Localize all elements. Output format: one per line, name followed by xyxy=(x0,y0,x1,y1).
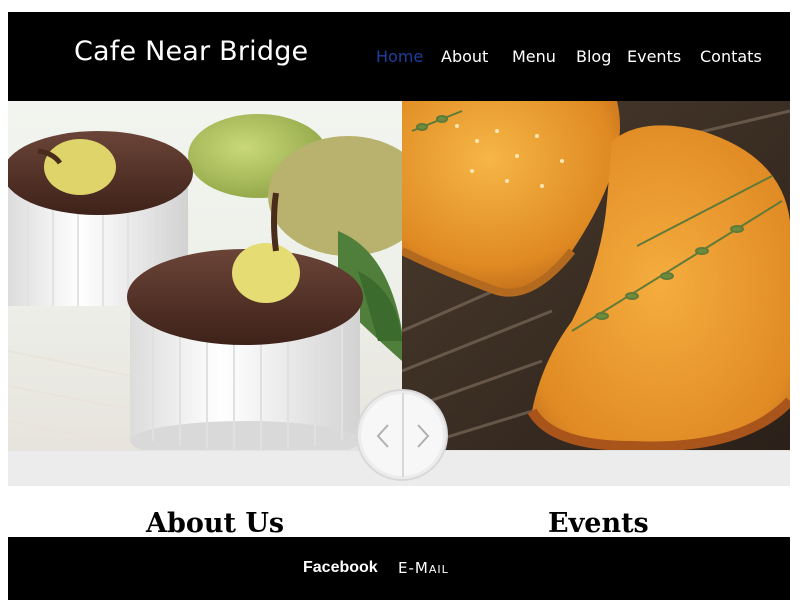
events-heading: Events xyxy=(548,508,649,539)
chevron-left-icon[interactable] xyxy=(370,421,396,451)
nav-events[interactable]: Events xyxy=(627,47,681,66)
site-footer: Facebook E-Mail xyxy=(8,537,790,600)
main-nav: Home About Menu Blog Events Contats xyxy=(8,47,790,71)
site-header: Cafe Near Bridge Home About Menu Blog Ev… xyxy=(8,12,790,101)
nav-about[interactable]: About xyxy=(441,47,488,66)
chevron-right-icon[interactable] xyxy=(410,421,436,451)
nav-menu[interactable]: Menu xyxy=(512,47,556,66)
nav-home[interactable]: Home xyxy=(376,47,423,66)
slider-nav-control xyxy=(356,389,448,481)
facebook-link[interactable]: Facebook xyxy=(303,559,378,577)
about-us-heading: About Us xyxy=(146,508,285,539)
slider-nav-divider xyxy=(402,393,404,477)
page-frame: Cafe Near Bridge Home About Menu Blog Ev… xyxy=(8,12,790,600)
nav-contacts[interactable]: Contats xyxy=(700,47,762,66)
souffle-photo xyxy=(8,101,402,461)
email-link[interactable]: E-Mail xyxy=(398,559,449,577)
nav-blog[interactable]: Blog xyxy=(576,47,611,66)
pastry-photo xyxy=(402,101,790,461)
